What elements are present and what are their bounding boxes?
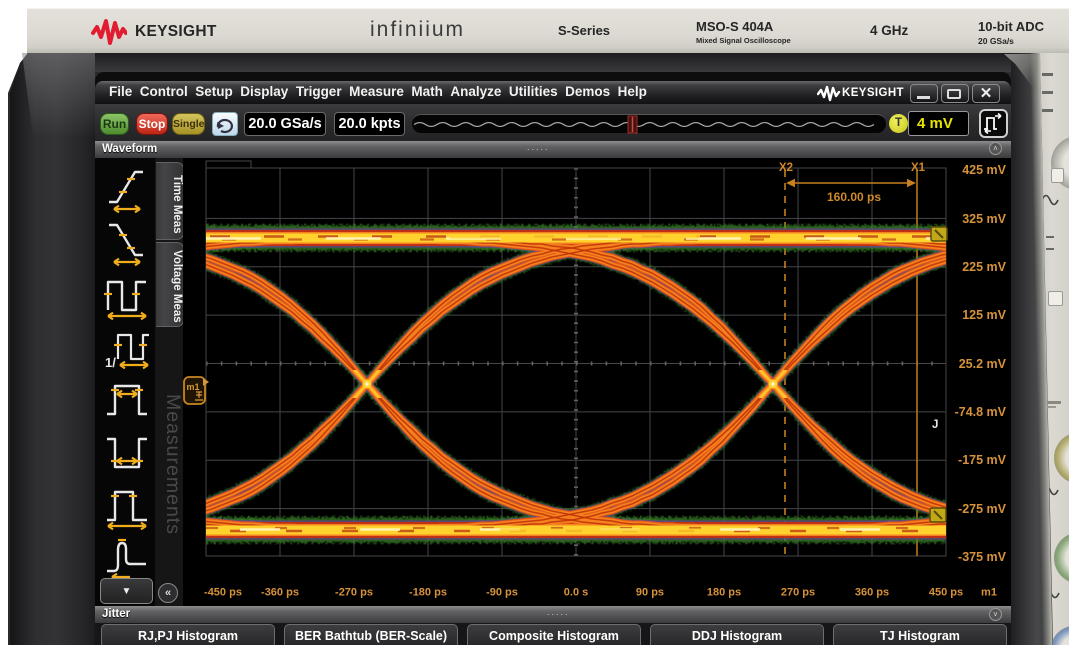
svg-text:90 ps: 90 ps [636,587,664,599]
svg-text:325 mV: 325 mV [962,212,1006,226]
svg-text:360 ps: 360 ps [855,587,889,599]
svg-text:225 mV: 225 mV [962,260,1006,274]
svg-text:1/: 1/ [105,355,116,370]
svg-text:0.0 s: 0.0 s [564,587,588,599]
svg-text:m1: m1 [981,587,997,599]
svg-text:-360 ps: -360 ps [261,587,299,599]
svg-text:X1: X1 [911,162,926,174]
svg-text:-180 ps: -180 ps [409,587,447,599]
svg-text:X2: X2 [779,162,793,174]
svg-text:-90 ps: -90 ps [486,587,518,599]
svg-text:-375 mV: -375 mV [958,550,1007,564]
svg-text:m1: m1 [187,382,200,392]
svg-text:-270 ps: -270 ps [335,587,373,599]
svg-text:160.00 ps: 160.00 ps [827,190,881,204]
svg-text:180 ps: 180 ps [707,587,741,599]
svg-text:-175 mV: -175 mV [958,453,1007,467]
svg-text:125 mV: 125 mV [962,308,1006,322]
svg-text:J: J [932,419,938,431]
svg-text:450 ps: 450 ps [929,587,963,599]
svg-text:-74.8 mV: -74.8 mV [955,405,1007,419]
svg-text:-450 ps: -450 ps [204,587,242,599]
svg-text:-275 mV: -275 mV [958,502,1007,516]
svg-text:270 ps: 270 ps [781,587,815,599]
svg-text:25.2 mV: 25.2 mV [959,357,1007,371]
svg-text:425 mV: 425 mV [962,163,1006,177]
